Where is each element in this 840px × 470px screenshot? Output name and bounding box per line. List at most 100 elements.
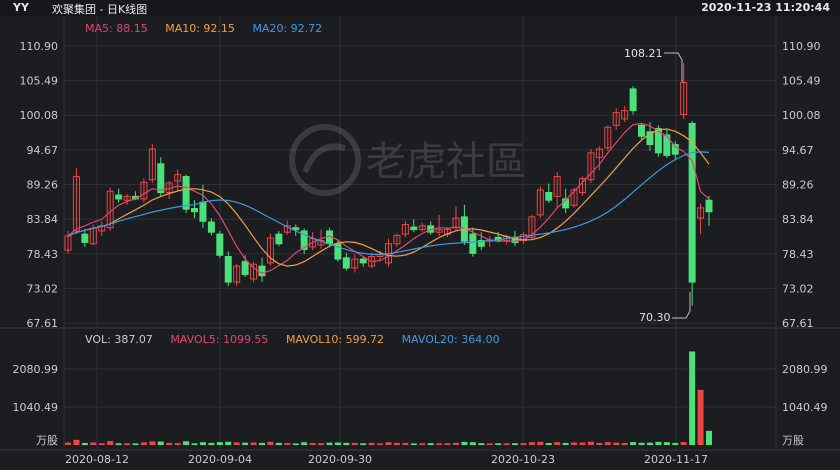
candle-body <box>629 88 637 112</box>
volume-bar <box>638 442 645 445</box>
volume-bar <box>630 442 637 445</box>
ma5-label: MA5: 88.15 <box>85 22 148 35</box>
volume-bar <box>587 441 594 445</box>
volume-bar <box>326 442 333 445</box>
volume-bar <box>301 442 308 445</box>
volume-bar <box>461 441 468 445</box>
volume-tick-label: 1040.49 <box>782 401 828 414</box>
volume-bar <box>81 442 88 445</box>
price-axis-right: 110.90 105.49 100.08 94.67 89.26 83.84 78.43 73… <box>782 40 821 330</box>
volume-bar <box>334 442 341 445</box>
volume-bar <box>191 443 198 445</box>
price-tick-label: 110.90 <box>782 40 821 53</box>
volume-bar <box>250 442 257 445</box>
volume-bar <box>672 442 679 445</box>
volume-bar <box>208 442 215 445</box>
price-tick-label: 78.43 <box>782 248 814 261</box>
price-tick-label: 94.67 <box>27 144 59 157</box>
volume-bar <box>351 442 358 445</box>
volume-bars <box>65 351 712 445</box>
volume-bar <box>65 442 71 445</box>
price-axis-left: 110.90 105.49 100.08 94.67 89.26 83.84 78.43 73… <box>20 40 59 330</box>
volume-bar <box>107 441 114 445</box>
volume-bar <box>537 441 544 445</box>
volume-bar <box>242 442 249 445</box>
price-tick-label: 73.02 <box>782 282 814 295</box>
price-tick-label: 89.26 <box>782 178 814 191</box>
candle-body <box>157 163 165 194</box>
volume-bar <box>596 442 603 445</box>
volume-bar <box>90 442 97 445</box>
volume-bar <box>199 442 206 445</box>
candle-body <box>705 199 713 213</box>
volume-bar <box>275 442 282 445</box>
volume-bar <box>646 442 653 445</box>
date-tick-label: 2020-09-30 <box>308 453 372 466</box>
volume-bar <box>393 442 400 445</box>
volume-tick-label: 2080.99 <box>13 363 59 376</box>
volume-tick-label: 2080.99 <box>782 363 828 376</box>
volume-bar <box>452 442 459 445</box>
candle-body <box>115 194 123 200</box>
volume-bar <box>402 442 409 445</box>
volume-bar <box>292 443 299 445</box>
volume-bar <box>689 351 696 445</box>
volume-bar <box>140 442 147 445</box>
price-tick-label: 83.84 <box>782 213 814 226</box>
price-tick-label: 105.49 <box>782 75 821 88</box>
volume-bar <box>469 442 476 445</box>
candle-body <box>410 226 418 231</box>
volume-bar <box>343 442 350 445</box>
volume-bar <box>225 441 232 445</box>
volume-bar <box>706 430 712 445</box>
volume-bar <box>486 443 493 445</box>
volume-axis-left: 2080.99 1040.49 万股 <box>13 363 59 447</box>
volume-bar <box>309 442 316 445</box>
volume-bar <box>528 442 535 445</box>
price-tick-label: 78.43 <box>27 248 59 261</box>
price-tick-label: 89.26 <box>27 178 59 191</box>
kline-chart[interactable]: 老虎社區 108.21 70.30 110.90 105.49 100.08 94.6… <box>0 0 840 470</box>
volume-bar <box>115 443 122 445</box>
volume-bar <box>571 442 578 445</box>
volume-bar <box>478 443 485 445</box>
high-annotation: 108.21 <box>624 47 663 60</box>
candle-body <box>81 233 89 243</box>
volume-bar <box>174 443 181 445</box>
volume-bar <box>73 439 80 445</box>
volume-bar <box>444 443 451 445</box>
volume-bar <box>267 441 274 445</box>
volume-bar <box>663 442 670 445</box>
volume-bar <box>520 443 527 445</box>
ma10-label: MA10: 92.15 <box>165 22 235 35</box>
date-tick-label: 2020-09-04 <box>188 453 252 466</box>
volume-tick-label: 万股 <box>36 434 58 447</box>
volume-bar <box>124 443 131 445</box>
volume-bar <box>360 443 367 445</box>
volume-bar <box>410 443 417 445</box>
volume-bar <box>604 442 611 445</box>
volume-bar <box>697 389 704 445</box>
date-tick-label: 2020-11-17 <box>644 453 708 466</box>
candle-body <box>545 192 553 201</box>
low-annotation: 70.30 <box>639 311 671 324</box>
volume-bar <box>157 441 164 445</box>
volume-bar <box>613 442 620 445</box>
candle-body <box>258 265 266 277</box>
volume-bar <box>579 442 586 445</box>
volume-bar <box>216 442 223 445</box>
volume-bar <box>554 442 561 445</box>
candle-body <box>469 233 477 254</box>
volume-bar <box>621 442 628 445</box>
candle-body <box>638 124 646 137</box>
volume-legend: VOL: 387.07 MAVOL5: 1099.55 MAVOL10: 599… <box>85 333 514 346</box>
price-legend: MA5: 88.15 MA10: 92.15 MA20: 92.72 <box>85 22 336 35</box>
watermark-text: 老虎社區 <box>366 139 526 185</box>
volume-bar <box>98 443 105 445</box>
candle-body <box>224 256 232 283</box>
mavol5-label: MAVOL5: 1099.55 <box>170 333 269 346</box>
volume-bar <box>655 441 662 445</box>
price-tick-label: 110.90 <box>20 40 59 53</box>
candle-body <box>207 221 215 233</box>
volume-bar <box>680 442 687 445</box>
